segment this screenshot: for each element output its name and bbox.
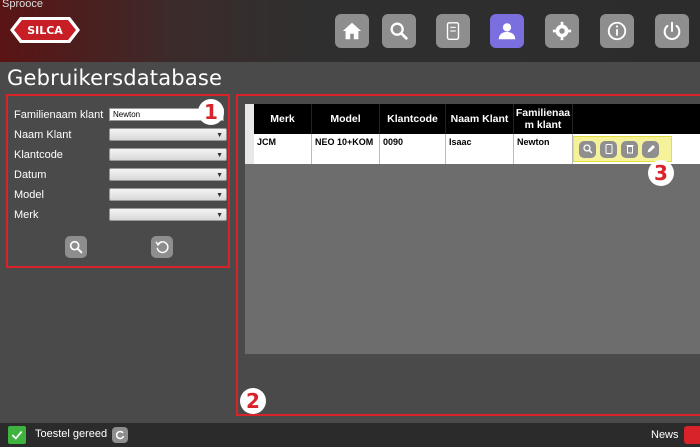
news-label[interactable]: News xyxy=(651,429,679,441)
page-title: Gebruikersdatabase xyxy=(7,66,223,90)
info-button[interactable] xyxy=(600,14,634,48)
filter-row-familienaam: Familienaam klant xyxy=(14,108,112,122)
filter-row-model: Model xyxy=(14,188,112,202)
klantcode-select[interactable]: ▼ xyxy=(109,148,227,161)
header-familienaam[interactable]: Familienaa m klant xyxy=(514,104,573,134)
power-icon xyxy=(663,21,681,40)
cell-klantcode: 0090 xyxy=(380,134,446,164)
merk-select[interactable]: ▼ xyxy=(109,208,227,221)
reset-filter-button[interactable] xyxy=(151,236,173,258)
database-icon xyxy=(446,22,460,40)
marker-1: 1 xyxy=(198,99,224,125)
settings-button[interactable] xyxy=(545,14,579,48)
checkmark-icon xyxy=(8,426,26,444)
chevron-down-icon: ▼ xyxy=(216,172,223,179)
results-grid: Merk Model Klantcode Naam Klant Familien… xyxy=(245,104,700,354)
top-bar: Sprooce SILCA xyxy=(0,0,700,62)
news-icon[interactable] xyxy=(684,426,700,444)
header-naam-klant[interactable]: Naam Klant xyxy=(446,104,514,134)
open-button[interactable] xyxy=(600,140,617,158)
document-icon xyxy=(605,144,612,154)
filter-row-klantcode: Klantcode xyxy=(14,148,112,162)
header-model[interactable]: Model xyxy=(312,104,380,134)
naam-klant-select[interactable]: ▼ xyxy=(109,128,227,141)
reset-icon xyxy=(155,241,169,254)
model-select[interactable]: ▼ xyxy=(109,188,227,201)
users-button[interactable] xyxy=(490,14,524,48)
search-icon xyxy=(69,240,83,254)
chevron-down-icon: ▼ xyxy=(216,212,223,219)
chevron-down-icon: ▼ xyxy=(216,132,223,139)
model-label: Model xyxy=(14,189,44,201)
datum-select[interactable]: ▼ xyxy=(109,168,227,181)
marker-3: 3 xyxy=(648,160,674,186)
user-icon xyxy=(498,23,516,40)
status-bar: Toestel gereed News xyxy=(0,423,700,447)
status-text: Toestel gereed xyxy=(35,428,108,440)
marker-2: 2 xyxy=(240,388,266,414)
filter-row-datum: Datum xyxy=(14,168,112,182)
row-actions xyxy=(573,136,672,162)
klantcode-label: Klantcode xyxy=(14,149,63,161)
header-klantcode[interactable]: Klantcode xyxy=(380,104,446,134)
cell-merk: JCM xyxy=(254,134,312,164)
search-filter-button[interactable] xyxy=(65,236,87,258)
zoom-icon xyxy=(582,144,593,154)
datum-label: Datum xyxy=(14,169,47,181)
edit-button[interactable] xyxy=(642,140,659,158)
delete-button[interactable] xyxy=(621,140,638,158)
home-icon xyxy=(342,22,362,40)
table-row[interactable]: JCM NEO 10+KOM 0090 Isaac Newton xyxy=(245,134,700,164)
search-icon xyxy=(390,22,408,40)
cell-model: NEO 10+KOM xyxy=(312,134,380,164)
chevron-down-icon: ▼ xyxy=(216,192,223,199)
search-button[interactable] xyxy=(382,14,416,48)
row-selector[interactable] xyxy=(245,134,254,164)
svg-text:SILCA: SILCA xyxy=(27,24,63,37)
header-merk[interactable]: Merk xyxy=(254,104,312,134)
power-button[interactable] xyxy=(655,14,689,48)
pencil-icon xyxy=(647,145,655,153)
table-header: Merk Model Klantcode Naam Klant Familien… xyxy=(245,104,700,134)
view-button[interactable] xyxy=(579,140,596,158)
info-icon xyxy=(607,21,627,41)
chevron-down-icon: ▼ xyxy=(216,152,223,159)
silca-logo: SILCA xyxy=(10,17,80,43)
header-actions xyxy=(573,104,700,134)
filter-panel: Familienaam klant Newton Naam Klant ▼ Kl… xyxy=(6,94,230,268)
cell-naam-klant: Isaac xyxy=(446,134,514,164)
results-panel: Merk Model Klantcode Naam Klant Familien… xyxy=(236,94,700,416)
filter-row-merk: Merk xyxy=(14,208,112,222)
gear-icon xyxy=(552,21,572,41)
merk-label: Merk xyxy=(14,209,39,221)
naam-klant-label: Naam Klant xyxy=(14,129,72,141)
home-button[interactable] xyxy=(335,14,369,48)
row-select-header xyxy=(245,104,254,134)
refresh-icon[interactable] xyxy=(112,427,128,443)
database-button[interactable] xyxy=(436,14,470,48)
trash-icon xyxy=(626,145,633,154)
familienaam-label: Familienaam klant xyxy=(14,109,104,121)
cell-familienaam: Newton xyxy=(514,134,573,164)
filter-row-naam: Naam Klant xyxy=(14,128,112,142)
